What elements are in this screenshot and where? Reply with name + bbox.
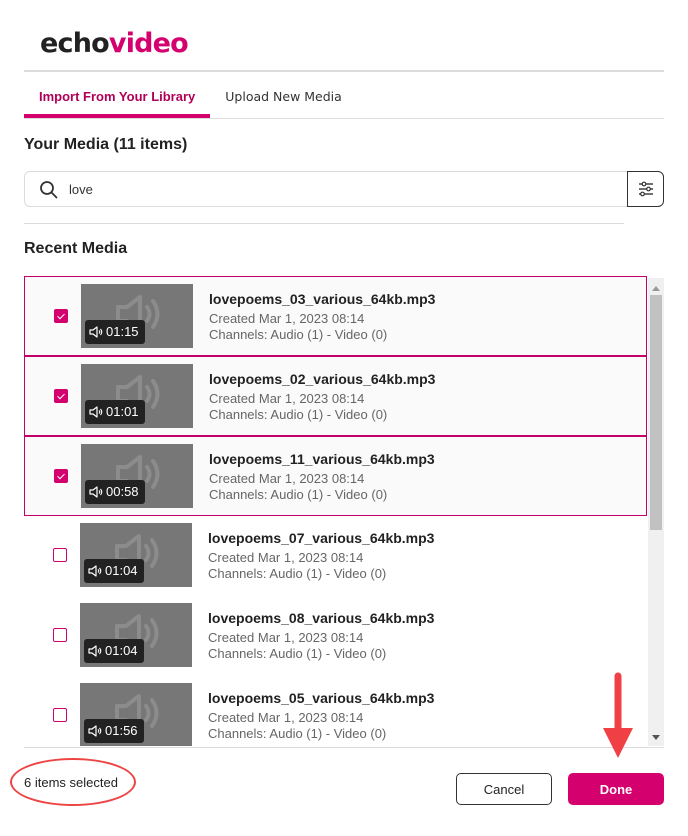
tab-upload-media[interactable]: Upload New Media xyxy=(210,72,357,118)
echovideo-logo: echovideo xyxy=(40,28,189,59)
select-checkbox[interactable] xyxy=(53,628,67,642)
list-scrollbar[interactable] xyxy=(648,278,664,746)
select-checkbox[interactable] xyxy=(53,548,67,562)
media-created-date: Created Mar 1, 2023 08:14 xyxy=(208,710,364,725)
media-list-item[interactable]: 01:15 lovepoems_03_various_64kb.mp3 Crea… xyxy=(24,276,647,356)
media-title: lovepoems_02_various_64kb.mp3 xyxy=(209,371,436,387)
tab-import-library[interactable]: Import From Your Library xyxy=(24,72,211,118)
scroll-down-arrow-icon[interactable] xyxy=(652,735,660,740)
speaker-icon xyxy=(88,645,102,657)
media-title: lovepoems_05_various_64kb.mp3 xyxy=(208,690,435,706)
duration-text: 01:04 xyxy=(105,643,138,658)
media-list-item[interactable]: 01:01 lovepoems_02_various_64kb.mp3 Crea… xyxy=(24,356,647,436)
cancel-button[interactable]: Cancel xyxy=(456,773,552,805)
search-input[interactable] xyxy=(69,172,609,206)
media-thumbnail[interactable]: 01:04 xyxy=(80,523,192,587)
sliders-icon xyxy=(638,181,653,197)
duration-badge: 01:15 xyxy=(85,320,145,344)
duration-text: 01:01 xyxy=(106,404,139,419)
media-title: lovepoems_03_various_64kb.mp3 xyxy=(209,291,436,307)
scrollbar-thumb[interactable] xyxy=(650,295,662,530)
footer-divider xyxy=(24,747,664,748)
media-channels: Channels: Audio (1) - Video (0) xyxy=(209,487,388,502)
media-title: lovepoems_07_various_64kb.mp3 xyxy=(208,530,435,546)
duration-text: 01:15 xyxy=(106,324,139,339)
section-divider xyxy=(24,223,624,224)
media-list-item[interactable]: 00:58 lovepoems_11_various_64kb.mp3 Crea… xyxy=(24,436,647,516)
media-created-date: Created Mar 1, 2023 08:14 xyxy=(208,630,364,645)
recent-media-title: Recent Media xyxy=(24,240,128,257)
duration-text: 01:04 xyxy=(105,563,138,578)
media-list-item[interactable]: 01:04 lovepoems_07_various_64kb.mp3 Crea… xyxy=(24,516,647,596)
speaker-icon xyxy=(89,486,103,498)
filter-button[interactable] xyxy=(627,171,664,207)
tab-bar: Import From Your Library Upload New Medi… xyxy=(24,72,664,119)
media-thumbnail[interactable]: 01:04 xyxy=(80,603,192,667)
duration-badge: 01:04 xyxy=(84,559,144,583)
search-box xyxy=(24,171,628,207)
media-thumbnail[interactable]: 01:15 xyxy=(81,284,193,348)
media-channels: Channels: Audio (1) - Video (0) xyxy=(209,327,388,342)
select-checkbox[interactable] xyxy=(53,708,67,722)
media-thumbnail[interactable]: 00:58 xyxy=(81,444,193,508)
media-created-date: Created Mar 1, 2023 08:14 xyxy=(209,311,365,326)
logo-echo: echo xyxy=(40,28,110,59)
duration-text: 00:58 xyxy=(106,484,139,499)
logo-video: video xyxy=(108,28,189,59)
speaker-icon xyxy=(89,326,103,338)
media-title: lovepoems_08_various_64kb.mp3 xyxy=(208,610,435,626)
select-checkbox[interactable] xyxy=(54,389,68,403)
media-created-date: Created Mar 1, 2023 08:14 xyxy=(209,391,365,406)
select-checkbox[interactable] xyxy=(54,309,68,323)
media-thumbnail[interactable]: 01:01 xyxy=(81,364,193,428)
media-channels: Channels: Audio (1) - Video (0) xyxy=(208,566,387,581)
media-list-item[interactable]: 01:04 lovepoems_08_various_64kb.mp3 Crea… xyxy=(24,596,647,676)
media-created-date: Created Mar 1, 2023 08:14 xyxy=(208,550,364,565)
speaker-icon xyxy=(88,565,102,577)
media-title: lovepoems_11_various_64kb.mp3 xyxy=(209,451,435,467)
duration-badge: 01:04 xyxy=(84,639,144,663)
duration-badge: 01:01 xyxy=(85,400,145,424)
scroll-up-arrow-icon[interactable] xyxy=(652,286,660,291)
duration-badge: 00:58 xyxy=(85,480,145,504)
speaker-icon xyxy=(89,406,103,418)
media-created-date: Created Mar 1, 2023 08:14 xyxy=(209,471,365,486)
media-channels: Channels: Audio (1) - Video (0) xyxy=(208,726,387,741)
media-channels: Channels: Audio (1) - Video (0) xyxy=(208,646,387,661)
your-media-title: Your Media (11 items) xyxy=(24,136,188,153)
duration-badge: 01:56 xyxy=(84,719,144,743)
media-channels: Channels: Audio (1) - Video (0) xyxy=(209,407,388,422)
media-thumbnail[interactable]: 01:56 xyxy=(80,683,192,746)
selected-count: 6 items selected xyxy=(24,775,118,790)
duration-text: 01:56 xyxy=(105,723,138,738)
search-icon xyxy=(40,181,58,199)
media-list-item[interactable]: 01:56 lovepoems_05_various_64kb.mp3 Crea… xyxy=(24,676,647,746)
done-button[interactable]: Done xyxy=(568,773,664,805)
speaker-icon xyxy=(88,725,102,737)
media-list: 01:15 lovepoems_03_various_64kb.mp3 Crea… xyxy=(24,276,648,746)
select-checkbox[interactable] xyxy=(54,469,68,483)
